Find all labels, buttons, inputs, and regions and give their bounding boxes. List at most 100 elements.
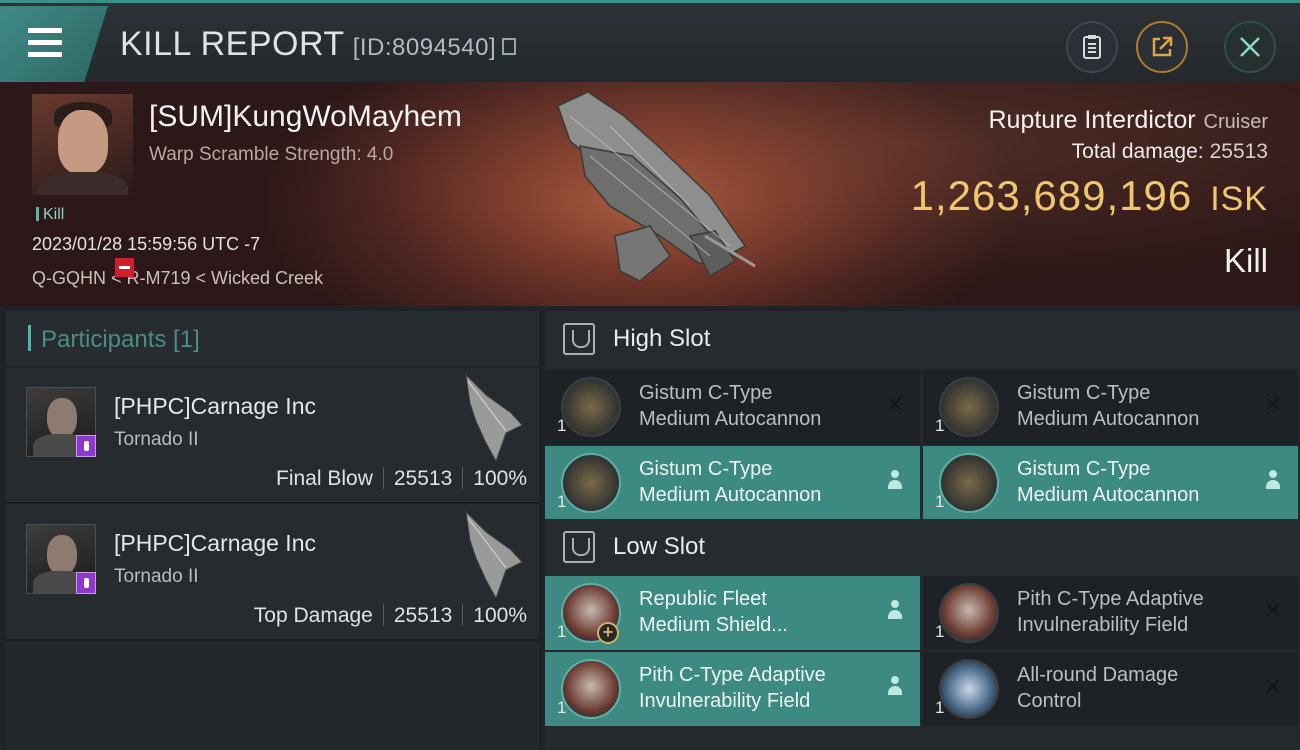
warp-scramble-strength: Warp Scramble Strength: 4.0 xyxy=(149,144,394,165)
victim-name[interactable]: [SUM]KungWoMayhem xyxy=(149,100,462,134)
slot-icon xyxy=(563,531,595,563)
module-qty: 1 xyxy=(935,492,945,511)
close-icon xyxy=(1240,37,1260,57)
participant-card[interactable]: [PHPC]Carnage Inc Tornado II Final Blow 2… xyxy=(6,367,539,504)
module-name-line1: Gistum C-Type xyxy=(639,382,773,404)
fitting-panel: High Slot 1 Gistum C-Type Medium Autocanno… xyxy=(545,311,1300,750)
module-name-line2: Medium Autocannon xyxy=(1017,484,1200,506)
destroyed-x-icon: ✕ xyxy=(1263,598,1283,623)
module-name: Gistum C-Type Medium Autocannon xyxy=(1017,456,1257,508)
plus-badge-icon: + xyxy=(597,622,619,644)
victim-ship-type: Rupture Interdictor Cruiser xyxy=(989,106,1269,135)
module-name: Gistum C-Type Medium Autocannon xyxy=(1017,380,1257,432)
dropped-person-icon xyxy=(884,600,906,624)
kill-datetime: 2023/01/28 15:59:56 UTC -7 xyxy=(32,234,261,254)
participant-damage: 25513 xyxy=(393,467,453,490)
menu-button[interactable] xyxy=(0,6,108,82)
module-name-line2: Medium Autocannon xyxy=(1017,408,1200,430)
invulnerability-field-icon xyxy=(561,659,621,719)
module-item[interactable]: 1 Gistum C-Type Medium Autocannon xyxy=(923,446,1298,520)
low-slot-header: Low Slot xyxy=(545,519,1300,577)
victim-summary: [SUM]KungWoMayhem Warp Scramble Strength… xyxy=(0,82,1300,306)
title-text: KILL REPORT xyxy=(120,25,345,63)
security-badge-icon xyxy=(76,435,96,457)
destroyed-x-icon: ✕ xyxy=(1263,674,1283,699)
participant-name: [PHPC]Carnage Inc xyxy=(114,393,316,419)
participant-name: [PHPC]Carnage Inc xyxy=(114,530,316,556)
clipboard-button[interactable] xyxy=(1066,21,1118,73)
module-item[interactable]: 1 Gistum C-Type Medium Autocannon xyxy=(545,446,920,520)
ship-name[interactable]: Rupture Interdictor xyxy=(989,106,1196,134)
participant-ship: Tornado II xyxy=(114,566,199,587)
high-slot-header: High Slot xyxy=(545,311,1300,369)
destroyed-x-icon: ✕ xyxy=(1263,392,1283,417)
module-name-line1: Pith C-Type Adaptive xyxy=(1017,588,1204,610)
participant-ship-image xyxy=(465,510,523,600)
clipboard-icon xyxy=(1083,35,1101,59)
kill-location: Q-GQHN < R-M719 < Wicked Creek xyxy=(32,268,324,288)
export-icon xyxy=(1152,36,1173,57)
module-item[interactable]: 1 Gistum C-Type Medium Autocannon ✕ xyxy=(545,370,920,444)
isk-unit: ISK xyxy=(1210,180,1268,218)
kill-tag: Kill xyxy=(36,206,64,224)
module-name-line2: Invulnerability Field xyxy=(639,690,811,712)
copy-icon[interactable] xyxy=(502,37,517,55)
menu-icon xyxy=(28,28,62,58)
header-bar: KILL REPORT [ID:8094540] xyxy=(0,0,1300,82)
export-button[interactable] xyxy=(1136,21,1188,73)
autocannon-icon xyxy=(561,453,621,513)
participant-ship-image xyxy=(465,373,523,463)
module-name-line1: Gistum C-Type xyxy=(1017,382,1151,404)
participants-header[interactable]: Participants [1] xyxy=(6,311,539,367)
module-qty: 1 xyxy=(935,416,945,435)
module-item[interactable]: +1 Republic Fleet Medium Shield... xyxy=(545,576,920,650)
module-item[interactable]: 1 Pith C-Type Adaptive Invulnerability Fie… xyxy=(545,652,920,726)
participant-card[interactable]: [PHPC]Carnage Inc Tornado II Top Damage 2… xyxy=(6,504,539,641)
slot-icon xyxy=(563,323,595,355)
participant-role: Final Blow xyxy=(276,467,373,490)
module-name-line1: Republic Fleet xyxy=(639,588,767,610)
participant-percent: 100% xyxy=(473,467,527,490)
close-button[interactable] xyxy=(1224,21,1276,73)
autocannon-icon xyxy=(561,377,621,437)
victim-ship-image[interactable] xyxy=(540,86,760,296)
participant-percent: 100% xyxy=(473,604,527,627)
module-item[interactable]: 1 All-round Damage Control ✕ xyxy=(923,652,1298,726)
module-item[interactable]: 1 Gistum C-Type Medium Autocannon ✕ xyxy=(923,370,1298,444)
module-name-line2: Medium Autocannon xyxy=(639,484,822,506)
module-name-line2: Invulnerability Field xyxy=(1017,614,1189,636)
module-qty: 1 xyxy=(557,698,567,717)
module-name-line1: Pith C-Type Adaptive xyxy=(639,664,826,686)
low-slot-label: Low Slot xyxy=(613,533,706,560)
total-damage-value: 25513 xyxy=(1209,140,1268,163)
module-name-line2: Medium Shield... xyxy=(639,614,788,636)
participant-role: Top Damage xyxy=(253,604,373,627)
module-qty: 1 xyxy=(557,622,567,641)
dropped-person-icon xyxy=(1262,470,1284,494)
module-name: Gistum C-Type Medium Autocannon xyxy=(639,456,879,508)
participant-stats: Top Damage 25513 100% xyxy=(254,604,527,628)
security-badge-icon xyxy=(76,572,96,594)
page-title: KILL REPORT [ID:8094540] xyxy=(120,25,517,64)
isk-amount: 1,263,689,196 xyxy=(910,172,1193,219)
result-label: Kill xyxy=(1223,242,1268,279)
high-slot-label: High Slot xyxy=(613,325,711,352)
kill-report-window: KILL REPORT [ID:8094540] [SUM]KungWoMayhe… xyxy=(0,0,1300,750)
module-qty: 1 xyxy=(557,416,567,435)
participants-title: Participants [1] xyxy=(41,326,200,353)
module-name: Republic Fleet Medium Shield... xyxy=(639,586,879,638)
module-name-line2: Medium Autocannon xyxy=(639,408,822,430)
module-name-line2: Control xyxy=(1017,690,1082,712)
autocannon-icon xyxy=(939,377,999,437)
autocannon-icon xyxy=(939,453,999,513)
destroyed-x-icon: ✕ xyxy=(885,392,905,417)
participant-ship: Tornado II xyxy=(114,429,199,450)
participant-damage: 25513 xyxy=(393,604,453,627)
damage-control-icon xyxy=(939,659,999,719)
module-item[interactable]: 1 Pith C-Type Adaptive Invulnerability Fie… xyxy=(923,576,1298,650)
victim-avatar[interactable] xyxy=(32,94,133,195)
module-qty: 1 xyxy=(935,698,945,717)
module-name: Pith C-Type Adaptive Invulnerability Fiel… xyxy=(1017,586,1257,638)
module-qty: 1 xyxy=(557,492,567,511)
dropped-person-icon xyxy=(884,676,906,700)
